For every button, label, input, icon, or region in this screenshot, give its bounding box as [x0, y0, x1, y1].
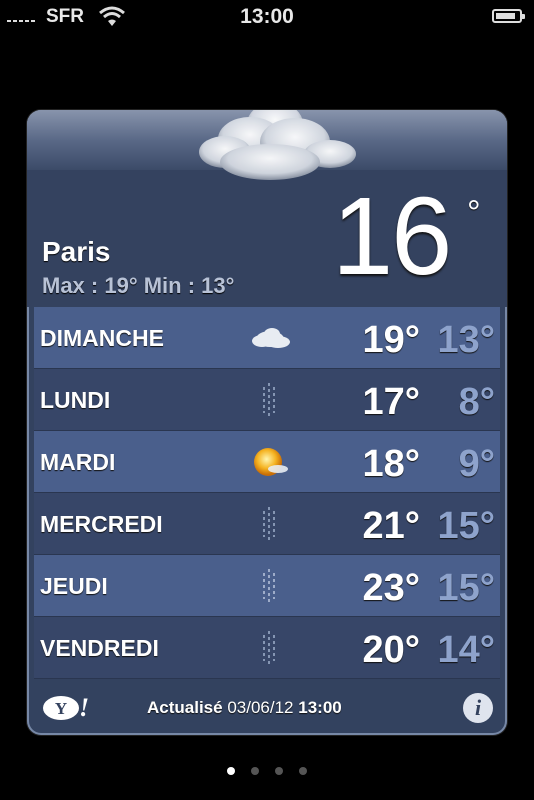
yahoo-logo-icon[interactable]: Y ! — [42, 693, 92, 723]
forecast-low: 8° — [458, 381, 495, 423]
city-name: Paris — [42, 236, 111, 267]
forecast-high: 20° — [362, 629, 420, 671]
updated-time: 13:00 — [298, 698, 342, 717]
battery-icon — [492, 9, 525, 23]
rain-icon — [263, 507, 275, 541]
status-clock: 13:00 — [240, 5, 294, 28]
svg-text:!: ! — [79, 693, 89, 722]
page-dot[interactable] — [251, 767, 259, 775]
rain-icon — [263, 383, 275, 417]
info-button[interactable]: i — [463, 693, 493, 723]
forecast-high: 17° — [362, 381, 420, 423]
forecast-row: JEUDI 23° 15° — [34, 555, 500, 617]
updated-date: 03/06/12 — [227, 698, 294, 717]
forecast-day: LUNDI — [40, 387, 111, 413]
degree-symbol: ° — [467, 194, 481, 232]
page-dot[interactable] — [299, 767, 307, 775]
forecast-row: VENDREDI 20° 14° — [34, 617, 500, 679]
today-high-low: Max : 19° Min : 13° — [42, 273, 235, 298]
forecast-high: 19° — [362, 319, 420, 361]
cloud-icon — [252, 328, 290, 348]
forecast-row: MERCREDI 21° 15° — [34, 493, 500, 555]
last-updated: Actualisé 03/06/12 13:00 — [147, 698, 342, 718]
sun-cloud-icon — [254, 448, 288, 476]
forecast-row: DIMANCHE 19° 13° — [34, 307, 500, 369]
forecast-day: DIMANCHE — [40, 325, 164, 351]
forecast-low: 9° — [458, 443, 495, 485]
forecast-row: LUNDI 17° 8° — [34, 369, 500, 431]
forecast-day: MERCREDI — [40, 511, 163, 537]
weather-widget: Paris Max : 19° Min : 13° 16 ° DIMANCHE … — [27, 110, 507, 735]
forecast-list: DIMANCHE 19° 13° LUNDI 17° 8° MARDI 18° … — [34, 307, 500, 679]
forecast-day: VENDREDI — [40, 635, 159, 661]
forecast-low: 15° — [437, 505, 495, 547]
page-indicator[interactable] — [0, 762, 534, 780]
forecast-day: MARDI — [40, 449, 116, 475]
page-dot[interactable] — [275, 767, 283, 775]
forecast-high: 18° — [362, 443, 420, 485]
page-dot[interactable] — [227, 767, 235, 775]
forecast-low: 14° — [437, 629, 495, 671]
forecast-low: 15° — [437, 567, 495, 609]
forecast-low: 13° — [437, 319, 495, 361]
forecast-high: 23° — [362, 567, 420, 609]
status-bar: SFR 13:00 — [0, 0, 534, 34]
svg-text:Y: Y — [55, 699, 67, 718]
rain-icon — [263, 631, 275, 665]
widget-footer: Y ! Actualisé 03/06/12 13:00 i — [27, 686, 507, 735]
forecast-row: MARDI 18° 9° — [34, 431, 500, 493]
current-temperature: 16 — [332, 175, 452, 298]
forecast-high: 21° — [362, 505, 420, 547]
forecast-day: JEUDI — [40, 573, 108, 599]
rain-icon — [263, 569, 275, 603]
updated-label: Actualisé — [147, 698, 223, 717]
